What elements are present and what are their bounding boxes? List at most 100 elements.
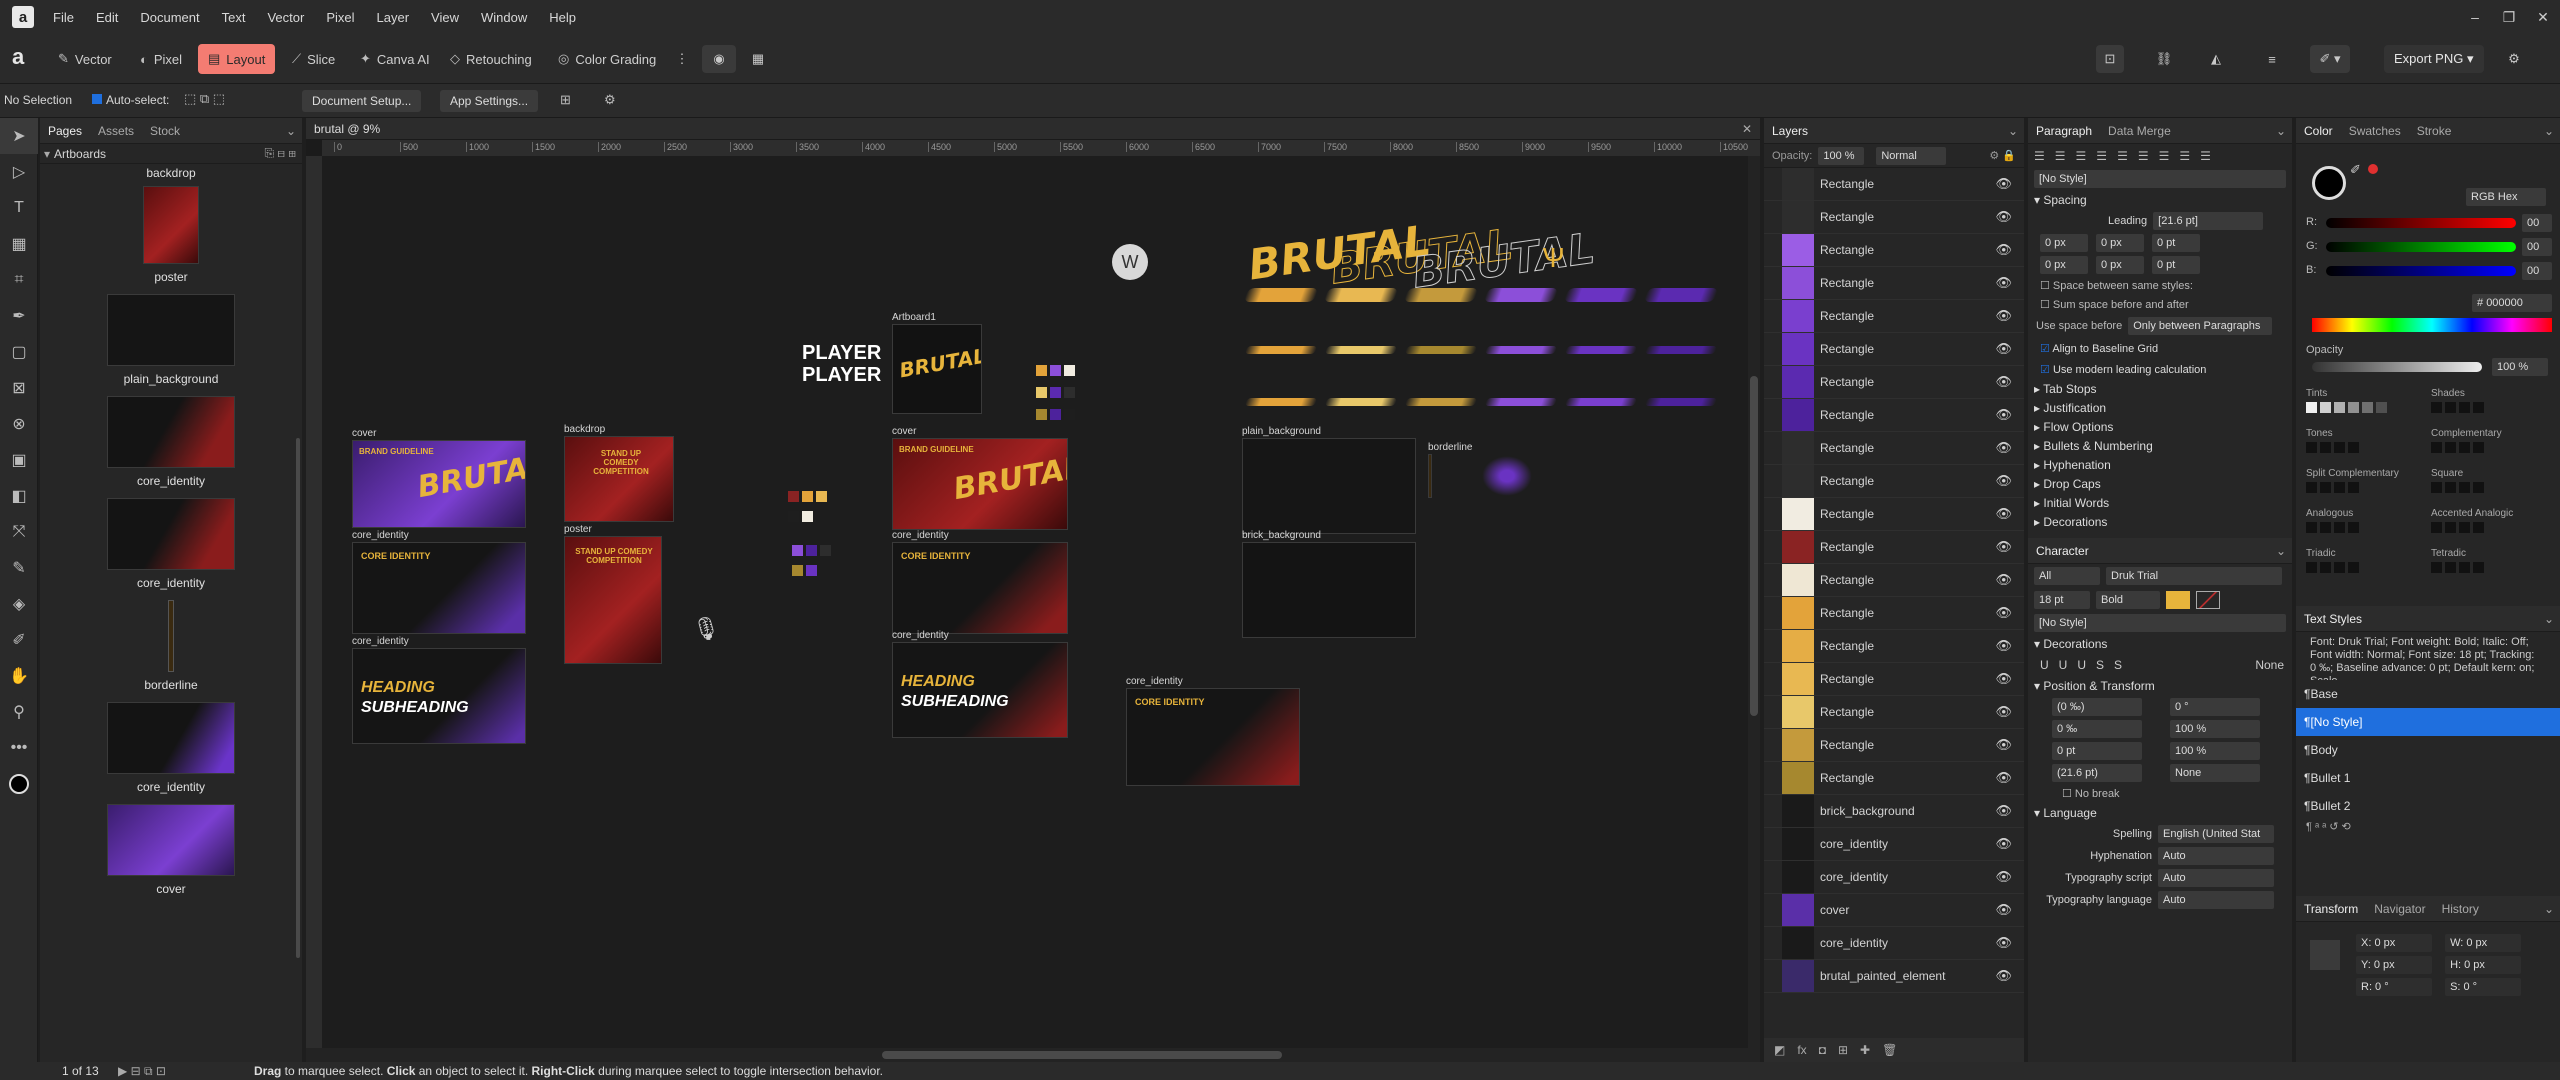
- y-field[interactable]: Y: 0 px: [2356, 956, 2432, 974]
- text-style-item[interactable]: ¶ Bullet 2: [2296, 792, 2560, 820]
- rotation-field[interactable]: R: 0 °: [2356, 978, 2432, 996]
- harmony-swatch[interactable]: [2445, 402, 2456, 413]
- rectangle-tool-icon[interactable]: ▢: [0, 334, 38, 370]
- decoration-none-select[interactable]: None: [2255, 658, 2284, 672]
- menu-pixel[interactable]: Pixel: [315, 10, 365, 25]
- tab-text-styles[interactable]: Text Styles: [2296, 612, 2370, 626]
- ellipse-tool-icon[interactable]: ⊗: [0, 406, 38, 442]
- palette-swatches-3[interactable]: [792, 544, 842, 579]
- artboard-actions-icon[interactable]: ⎘ ⊟ ⊞: [264, 146, 296, 161]
- harmony-swatch[interactable]: [2431, 402, 2442, 413]
- visibility-eye-icon[interactable]: 👁: [1995, 935, 2012, 951]
- tab-swatches[interactable]: Swatches: [2341, 124, 2409, 138]
- tab-transform[interactable]: Transform: [2296, 902, 2366, 916]
- artboard-borderline[interactable]: [1428, 454, 1432, 498]
- opacity-slider[interactable]: [2312, 362, 2482, 372]
- left-indent-field[interactable]: 0 px: [2040, 234, 2088, 252]
- red-slider[interactable]: [2326, 218, 2516, 228]
- visibility-eye-icon[interactable]: 👁: [1995, 308, 2012, 324]
- maximize-icon[interactable]: ❐: [2492, 0, 2526, 34]
- grid-icon[interactable]: ▦: [744, 45, 772, 73]
- artboard-thumbnail[interactable]: cover: [40, 804, 302, 896]
- harmony-swatch[interactable]: [2445, 442, 2456, 453]
- blue-field[interactable]: 00: [2522, 262, 2552, 280]
- persona-vector[interactable]: ✎ Vector: [48, 44, 122, 74]
- harmony-swatch[interactable]: [2348, 522, 2359, 533]
- sum-space-checkbox[interactable]: ☐ Sum space before and after: [2028, 295, 2292, 314]
- artboard-thumbnail[interactable]: borderline: [40, 600, 302, 692]
- artboard-thumbnail[interactable]: plain_background: [40, 294, 302, 386]
- position-transform-field[interactable]: 100 %: [2170, 720, 2260, 738]
- harmony-swatch[interactable]: [2431, 562, 2442, 573]
- harmony-swatch[interactable]: [2320, 562, 2331, 573]
- menu-help[interactable]: Help: [538, 10, 587, 25]
- harmony-swatch[interactable]: [2334, 442, 2345, 453]
- group-icon[interactable]: ⊞: [1838, 1043, 1848, 1057]
- lock-icon[interactable]: ⚙ 🔒: [1989, 149, 2016, 162]
- panel-menu-icon[interactable]: ⌄: [2008, 124, 2018, 138]
- layer-row[interactable]: brick_background 👁: [1764, 795, 2024, 828]
- harmony-swatch[interactable]: [2459, 522, 2470, 533]
- persona-slice[interactable]: ⟋ Slice: [282, 44, 345, 74]
- position-transform-section[interactable]: ▾ Position & Transform: [2028, 676, 2292, 696]
- justify-left-icon[interactable]: ☰: [2117, 149, 2128, 163]
- visibility-eye-icon[interactable]: 👁: [1995, 407, 2012, 423]
- layer-row[interactable]: cover 👁: [1764, 894, 2024, 927]
- visibility-eye-icon[interactable]: 👁: [1995, 176, 2012, 192]
- tab-stroke[interactable]: Stroke: [2409, 124, 2460, 138]
- tab-color[interactable]: Color: [2296, 124, 2341, 138]
- text-style-tools-icon[interactable]: ¶ ᵃ ᵃ ↺ ⟲: [2296, 820, 2560, 842]
- visibility-eye-icon[interactable]: 👁: [1995, 539, 2012, 555]
- text-style-item[interactable]: ¶ [No Style]: [2296, 708, 2560, 736]
- typography-script-select[interactable]: Auto: [2158, 869, 2274, 887]
- image-tool-icon[interactable]: ▣: [0, 442, 38, 478]
- no-break-checkbox[interactable]: ☐ No break: [2028, 784, 2292, 803]
- panel-menu-icon[interactable]: ⌄: [286, 124, 296, 138]
- visibility-eye-icon[interactable]: 👁: [1995, 638, 2012, 654]
- align-left-icon[interactable]: ☰: [2034, 149, 2045, 163]
- close-document-icon[interactable]: ✕: [1742, 118, 1752, 140]
- visibility-eye-icon[interactable]: 👁: [1995, 671, 2012, 687]
- more-tools-icon[interactable]: •••: [0, 730, 38, 766]
- position-transform-field[interactable]: 0 pt: [2052, 742, 2142, 760]
- brush-stroke-element[interactable]: [1484, 346, 1558, 354]
- harmony-swatch[interactable]: [2306, 482, 2317, 493]
- visibility-eye-icon[interactable]: 👁: [1995, 242, 2012, 258]
- justify-right-icon[interactable]: ☰: [2159, 149, 2170, 163]
- snap-grid-icon[interactable]: ⊞: [560, 92, 571, 108]
- app-settings-button[interactable]: App Settings...: [440, 90, 539, 112]
- layer-row[interactable]: Rectangle 👁: [1764, 498, 2024, 531]
- underline-icon[interactable]: U: [2040, 658, 2049, 672]
- picture-frame-tool-icon[interactable]: ⊠: [0, 370, 38, 406]
- harmony-swatch[interactable]: [2348, 442, 2359, 453]
- paragraph-section-header[interactable]: ▸ Decorations: [2028, 513, 2292, 532]
- harmony-swatch[interactable]: [2348, 562, 2359, 573]
- artboard-core-identity[interactable]: CORE IDENTITY: [892, 542, 1068, 634]
- persona-pixel[interactable]: ◐ Pixel: [130, 44, 192, 74]
- anchor-selector[interactable]: [2310, 940, 2340, 970]
- harmony-swatch[interactable]: [2306, 442, 2317, 453]
- layer-row[interactable]: Rectangle 👁: [1764, 234, 2024, 267]
- pen-tool-icon[interactable]: ✒: [0, 298, 38, 334]
- brush-stroke-element[interactable]: [1644, 346, 1718, 354]
- artboards-section-header[interactable]: ▾ Artboards ⎘ ⊟ ⊞: [40, 144, 302, 164]
- spelling-select[interactable]: English (United Stat: [2158, 825, 2274, 843]
- settings-gear-icon[interactable]: ⚙: [2500, 45, 2528, 73]
- double-strike-icon[interactable]: S: [2114, 658, 2122, 672]
- visibility-eye-icon[interactable]: 👁: [1995, 803, 2012, 819]
- shear-field[interactable]: S: 0 °: [2445, 978, 2522, 996]
- artboard-cover[interactable]: BRUTAL BRAND GUIDELINE: [892, 438, 1068, 530]
- modern-leading-checkbox[interactable]: ☑ Use modern leading calculation: [2028, 359, 2292, 380]
- gear-icon[interactable]: ⚙: [604, 92, 616, 108]
- close-icon[interactable]: ✕: [2526, 0, 2560, 34]
- panel-menu-icon[interactable]: ⌄: [2544, 612, 2554, 626]
- artboard-thumbnail[interactable]: core_identity: [40, 498, 302, 590]
- menu-layer[interactable]: Layer: [366, 10, 421, 25]
- artboard-thumbnail[interactable]: core_identity: [40, 702, 302, 794]
- harmony-swatch[interactable]: [2334, 482, 2345, 493]
- brush-tool-icon[interactable]: ✎: [0, 550, 38, 586]
- shapes-tool-icon[interactable]: ◧: [0, 478, 38, 514]
- harmony-swatch[interactable]: [2362, 402, 2373, 413]
- layer-row[interactable]: Rectangle 👁: [1764, 630, 2024, 663]
- harmony-swatch[interactable]: [2431, 522, 2442, 533]
